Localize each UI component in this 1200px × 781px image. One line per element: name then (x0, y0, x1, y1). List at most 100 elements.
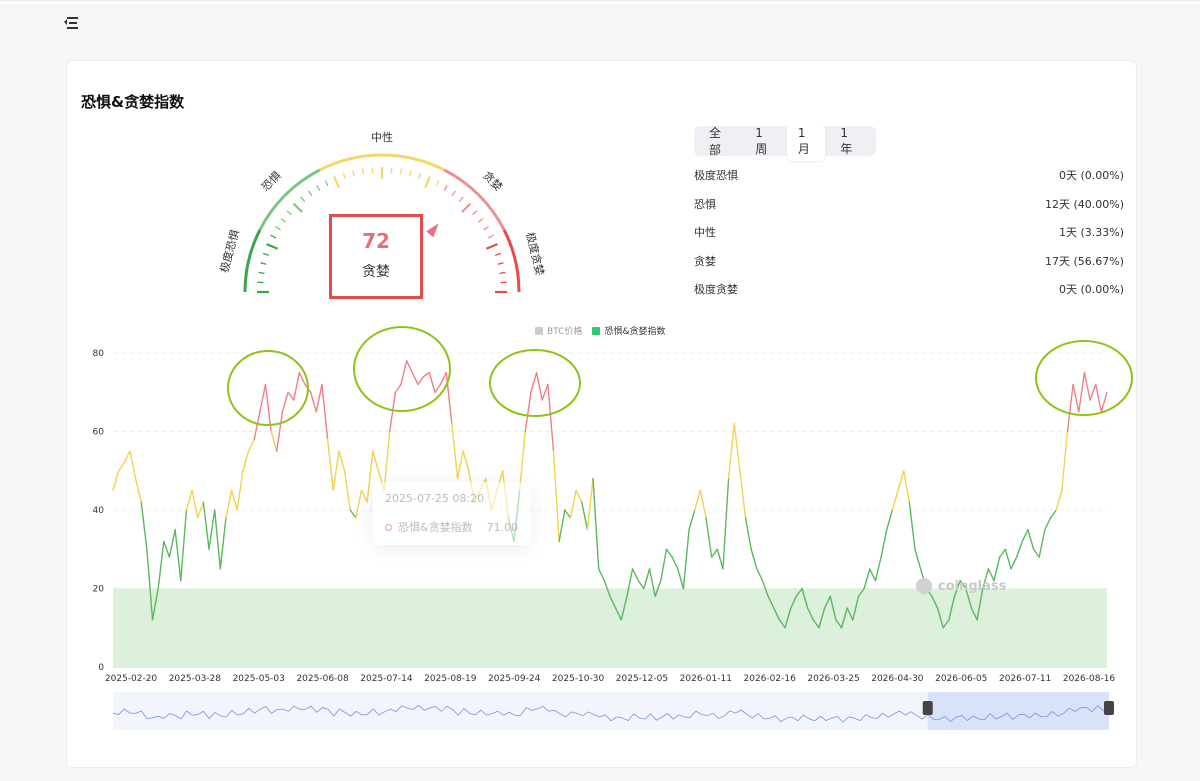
fear-greed-segment (547, 383, 555, 452)
gauge-tick (399, 168, 403, 175)
fear-greed-segment (293, 371, 301, 401)
gauge-tick (300, 196, 306, 202)
chart-tooltip: 2025-07-25 08:20 恐惧&贪婪指数 71.00 (373, 482, 531, 545)
x-tick-label: 2025-06-08 (296, 674, 349, 684)
fear-greed-segment (338, 450, 346, 472)
gauge-tick (262, 252, 270, 256)
fear-greed-segment (259, 383, 267, 413)
fear-greed-segment (552, 450, 560, 543)
fear-greed-segment (874, 556, 882, 582)
fear-greed-segment (191, 489, 199, 519)
gauge-tick (497, 262, 504, 265)
overview-zoom-window (927, 692, 1109, 730)
fear-greed-segment (225, 489, 233, 519)
fear-greed-segment (671, 556, 679, 570)
fear-greed-segment (863, 568, 871, 590)
gauge-zone-label: 极度恐惧 (217, 228, 242, 274)
fear-greed-segment (134, 477, 142, 503)
fear-greed-segment (637, 579, 645, 590)
fear-greed-segment (699, 489, 707, 519)
fear-greed-segment (230, 489, 238, 511)
fear-greed-segment (253, 411, 261, 441)
fear-greed-segment (569, 489, 577, 519)
gauge-tick (275, 226, 281, 231)
x-tick-label: 2026-07-11 (999, 674, 1051, 684)
fear-greed-segment (281, 391, 289, 413)
fear-greed-segment (665, 548, 673, 558)
fear-greed-segment (535, 371, 543, 401)
fear-greed-segment (140, 501, 148, 550)
fear-greed-segment (682, 528, 690, 590)
fear-greed-segment (891, 489, 899, 511)
fear-greed-segment (236, 470, 244, 511)
fear-greed-segment (880, 528, 888, 558)
fear-greed-segment (366, 450, 374, 503)
fear-greed-segment (400, 360, 408, 386)
fear-greed-segment (287, 391, 295, 401)
gauge-zone-label: 中性 (371, 130, 393, 144)
gauge-tick (260, 262, 267, 265)
annotation-circle (489, 349, 581, 417)
fear-greed-segment (451, 422, 459, 480)
fear-greed-segment (439, 371, 447, 386)
gauge-tick (324, 180, 329, 187)
fear-greed-segment (1027, 528, 1035, 550)
fear-greed-segment (558, 509, 566, 543)
zoom-handle-right[interactable] (1104, 701, 1114, 715)
fear-greed-segment (1055, 489, 1063, 511)
fear-greed-segment (1100, 391, 1108, 413)
x-tick-label: 2026-08-16 (1063, 674, 1116, 684)
fear-greed-segment (722, 477, 730, 570)
fear-greed-segment (117, 462, 125, 472)
gauge-tick (424, 176, 431, 189)
fear-greed-segment (360, 489, 368, 503)
fear-greed-segment (1072, 383, 1080, 413)
fear-greed-segment (129, 450, 137, 480)
fear-greed-segment (908, 501, 916, 550)
y-tick-label: 40 (93, 506, 105, 516)
fear-greed-segment (389, 391, 397, 433)
x-tick-label: 2025-05-03 (233, 674, 285, 684)
fear-greed-segment (456, 450, 464, 480)
fear-greed-segment (598, 568, 606, 582)
fear-greed-segment (422, 371, 430, 378)
x-tick-label: 2026-06-05 (935, 674, 987, 684)
tooltip-series: 恐惧&贪婪指数 (398, 521, 473, 534)
fear-greed-segment (524, 391, 532, 433)
y-tick-label: 0 (98, 663, 104, 673)
fear-greed-segment (372, 450, 380, 472)
fear-greed-segment (309, 391, 318, 413)
fear-greed-segment (733, 422, 741, 472)
fear-greed-segment (564, 509, 572, 519)
fear-greed-segment (902, 470, 911, 503)
y-tick-label: 20 (93, 585, 105, 595)
fear-greed-segment (710, 548, 719, 558)
fear-greed-segment (897, 470, 905, 492)
fear-greed-segment (157, 540, 165, 590)
gauge-tick (316, 185, 321, 191)
gauge-tick (266, 243, 279, 250)
x-tick-label: 2025-12-05 (616, 674, 668, 684)
fear-greed-segment (660, 548, 668, 582)
x-tick-label: 2025-02-20 (105, 674, 158, 684)
fear-greed-segment (631, 568, 639, 582)
fear-greed-segment (643, 568, 651, 590)
fear-greed-segment (355, 489, 363, 519)
gauge-tick (494, 252, 502, 256)
gauge-pointer-icon (426, 223, 439, 238)
gauge-tick (435, 180, 440, 187)
gauge-zone-label: 贪婪 (480, 168, 505, 193)
fear-greed-segment (530, 371, 538, 393)
zoom-handle-left[interactable] (922, 701, 933, 715)
gauge-tick (286, 210, 292, 216)
gauge-tick (352, 170, 355, 177)
x-tick-label: 2025-09-24 (488, 674, 541, 684)
fear-greed-segment (998, 548, 1007, 558)
gauge-tick (483, 226, 489, 231)
fear-greed-segment (247, 438, 255, 452)
x-tick-label: 2026-01-11 (680, 674, 732, 684)
fear-greed-segment (1061, 430, 1069, 492)
x-tick-label: 2025-10-30 (552, 674, 605, 684)
x-tick-label: 2026-03-25 (807, 674, 859, 684)
fear-greed-segment (705, 517, 713, 558)
